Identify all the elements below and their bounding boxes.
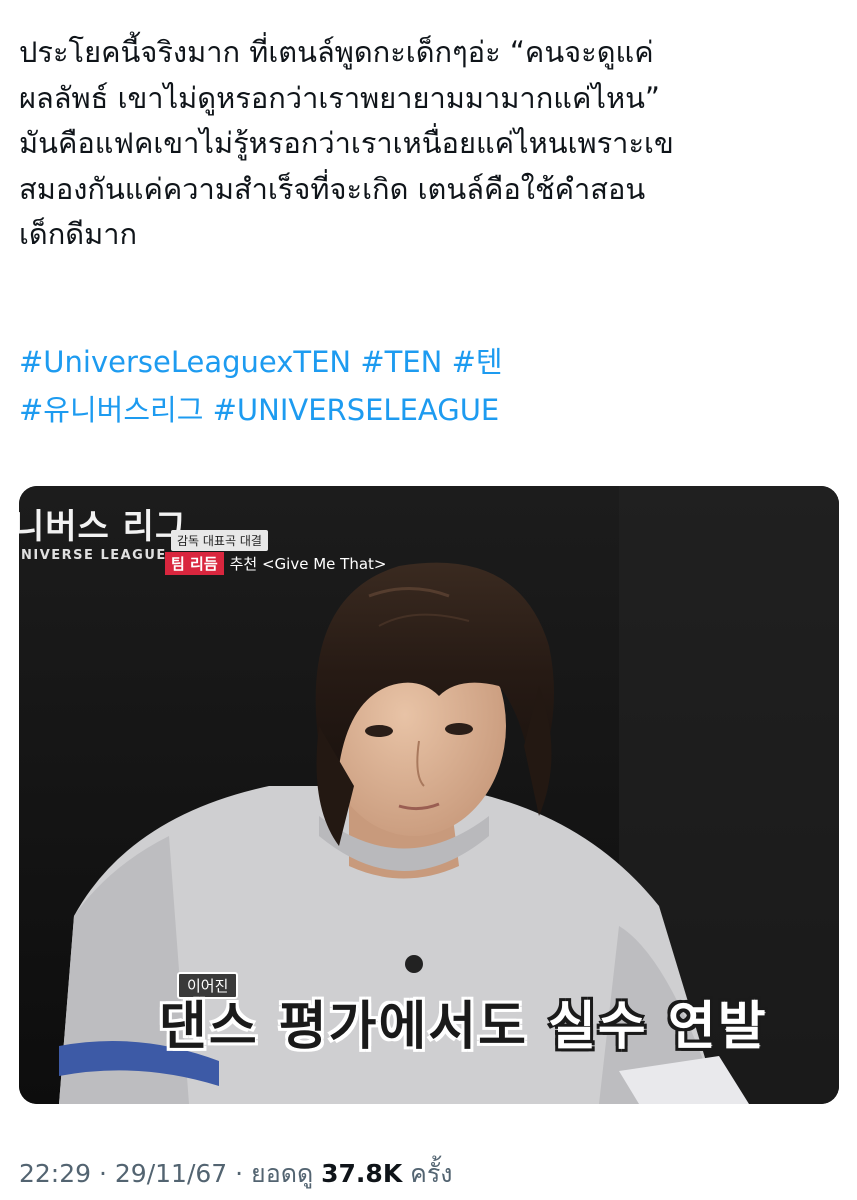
caption-label: 감독 대표곡 대결 [171, 530, 268, 551]
song-title: 추천 <Give Me That> [229, 555, 387, 573]
tweet-text-line: เด็กดีมาก [19, 217, 138, 251]
views-count: 37.8K [321, 1159, 403, 1188]
hashtag-row: #유니버스리그 #UNIVERSELEAGUE [19, 386, 839, 434]
hashtags: #UniverseLeaguexTEN #TEN #텐 #유니버스리그 #UNI… [19, 338, 839, 434]
caption-song: 팀 리듬 추천 <Give Me That> [165, 552, 386, 575]
hashtag-link[interactable]: #UNIVERSELEAGUE [213, 393, 500, 427]
tweet-text-line: สมองกันแค่ความสำเร็จที่จะเกิด เตนล์คือใช… [19, 171, 646, 206]
tweet-time[interactable]: 22:29 [19, 1159, 91, 1188]
hashtag-link[interactable]: #텐 [452, 345, 503, 379]
subtitle-text: 댄스 평가에서도 [158, 996, 528, 1058]
tweet-text-line: ผลลัพธ์ เขาไม่ดูหรอกว่าเราพยายามมามากแค่… [19, 80, 660, 115]
tweet-date[interactable]: 29/11/67 [115, 1159, 227, 1188]
hashtag-row: #UniverseLeaguexTEN #TEN #텐 [19, 338, 839, 386]
separator: · [235, 1159, 244, 1188]
views-suffix: ครั้ง [410, 1159, 453, 1188]
tweet-media-image[interactable]: 니버스 리그 NIVERSE LEAGUE 감독 대표곡 대결 팀 리듬 추천 … [19, 486, 839, 1104]
hashtag-link[interactable]: #TEN [360, 345, 442, 379]
views-label: ยอดดู [251, 1159, 314, 1188]
tweet-meta: 22:29 · 29/11/67 · ยอดดู 37.8K ครั้ง [19, 1154, 453, 1194]
show-logo-english: NIVERSE LEAGUE [21, 548, 167, 563]
tweet-text: ประโยคนี้จริงมาก ที่เตนล์พูดกะเด็กๆอ่ะ “… [19, 30, 839, 258]
show-logo: 니버스 리그 NIVERSE LEAGUE [19, 508, 187, 563]
hashtag-link[interactable]: #유니버스리그 [19, 393, 203, 427]
subtitle-highlight: 실수 연발 [547, 996, 768, 1058]
hashtag-link[interactable]: #UniverseLeaguexTEN [19, 345, 351, 379]
separator: · [99, 1159, 107, 1188]
subtitle-main: 댄스 평가에서도 실수 연발 [158, 984, 768, 1059]
tweet-text-line: มันคือแฟคเขาไม่รู้หรอกว่าเราเหนื่อยแค่ไห… [19, 126, 674, 160]
team-tag: 팀 리듬 [165, 552, 224, 575]
tweet-text-line: ประโยคนี้จริงมาก ที่เตนล์พูดกะเด็กๆอ่ะ “… [19, 35, 654, 69]
show-logo-korean: 니버스 리그 [19, 507, 188, 547]
